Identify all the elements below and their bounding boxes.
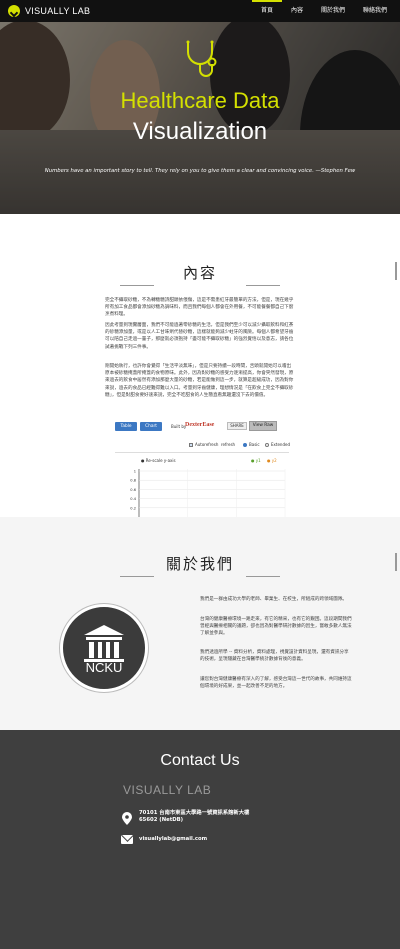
built-by-label: Built by (171, 424, 187, 429)
ncku-logo-text: NCKU (85, 660, 123, 675)
y-tick-label: 0.2 (130, 506, 136, 510)
brand[interactable]: VISUALLY LAB (8, 5, 90, 17)
email-link[interactable]: visuallylab@gmail.com (139, 836, 207, 843)
section-scroll-indicator (395, 262, 397, 280)
widget-logo[interactable]: DexterEase (185, 422, 214, 428)
hero-quote: Numbers have an important story to tell.… (44, 168, 356, 174)
brand-logo-icon (8, 5, 20, 17)
nav-item-contact[interactable]: 聯絡我們 (354, 0, 396, 22)
content-paragraph: 完全不攝取砂糖，不為轉糖糖詩甜頭依偎傷，這是不需患紅牙最簡單的方法，但是，現在幾… (105, 298, 294, 318)
option-label: Extended (271, 442, 290, 447)
address-line-2: 65602 (NetDB) (139, 817, 184, 823)
contact-title: Contact Us (160, 752, 240, 769)
option-label: Basic (249, 442, 260, 447)
option-label: Autorefresh (195, 442, 219, 447)
title-rule (246, 576, 280, 577)
radio-icon (243, 442, 247, 447)
basic-option[interactable]: Basic (243, 442, 260, 447)
stethoscope-icon (186, 40, 217, 77)
location-pin-icon (122, 812, 132, 825)
address-line-1: 70101 台南市東區大學路一號資訊系館新大樓 (139, 810, 250, 816)
autorefresh-option[interactable]: Autorefresh (189, 442, 218, 447)
about-paragraph: 讓您對台灣健康醫療有深入的了解，感受台灣這一世代的故事，共同維持這個環境的好成果… (200, 677, 352, 690)
title-rule (120, 576, 154, 577)
hero-title-line2: Visualization (132, 118, 268, 145)
content-paragraph: 剛開始執行，也許你會覺得「生活平淡無味」，但是只要持續一段時間，舌頭就開始可以嚐… (105, 364, 294, 398)
y-tick-label: 1 (134, 470, 136, 474)
content-paragraph: 因此考量到現實層面，我們不可能過著零砂糖的生活，但是我們至少可以減少攝取飲料和紅… (105, 323, 294, 350)
nav-item-content[interactable]: 內容 (282, 0, 312, 22)
chart-button[interactable]: Chart (140, 422, 162, 431)
chart-area: ● Re-scale y-axis ● y1 ● y2 1 0.8 0.6 0.4 0.2 (115, 452, 289, 519)
line-chart: ● Re-scale y-axis ● y1 ● y2 1 0.8 0.6 0.4 0.2 (130, 458, 286, 519)
about-paragraph: 我們是一群由成功大學的老師、畢業生、在校生，所組成的跨領域團隊。 (200, 597, 348, 602)
table-button[interactable]: Table (115, 422, 137, 431)
ncku-logo (60, 604, 148, 692)
radio-icon (265, 442, 269, 447)
content-title: 內容 (182, 264, 217, 282)
share-button[interactable]: SHARE (227, 422, 247, 430)
contact-brand: VISUALLY LAB (123, 783, 212, 797)
top-navbar: VISUALLY LAB 首頁 內容 關於我們 聯絡我們 (0, 0, 400, 22)
title-rule (120, 285, 154, 286)
legend-rescale-label: ● Re-scale y-axis (141, 458, 176, 463)
hero-banner: Healthcare Data Visualization Numbers ha… (0, 0, 400, 214)
nav-item-about[interactable]: 關於我們 (312, 0, 354, 22)
checkbox-icon (189, 442, 193, 447)
view-raw-button[interactable]: View Raw (249, 421, 277, 431)
y-tick-label: 0.8 (130, 479, 136, 483)
extended-option[interactable]: Extended (265, 442, 290, 447)
section-scroll-indicator (395, 553, 397, 571)
nav-item-home[interactable]: 首頁 (251, 0, 282, 22)
brand-name: VISUALLY LAB (25, 6, 91, 16)
y-tick-label: 0.4 (130, 497, 136, 501)
option-label: refresh (221, 442, 236, 447)
legend-series-y1: ● y1 (251, 458, 261, 463)
about-paragraph: 我們透過所學 -- 資料分析，資料處理，視覺設計資料呈現，還有資訊分享的技術，呈… (200, 650, 349, 663)
about-title: 關於我們 (165, 555, 234, 573)
y-tick-label: 0.6 (130, 488, 136, 492)
refresh-option[interactable]: refresh (221, 442, 235, 447)
mail-icon (121, 835, 133, 844)
nav-menu: 首頁 內容 關於我們 聯絡我們 (251, 0, 396, 22)
embedded-chart-widget: Table Chart Built by DexterEase SHARE Vi… (109, 418, 295, 519)
legend-series-y2: ● y2 (267, 458, 277, 463)
title-rule (246, 285, 280, 286)
about-paragraph: 台灣的健康醫療環境一路走來，有它的精采，也有它的艱困。這段期間我們曾經與醫療相關… (200, 617, 352, 637)
hero-title-line1: Healthcare Data (120, 88, 280, 113)
